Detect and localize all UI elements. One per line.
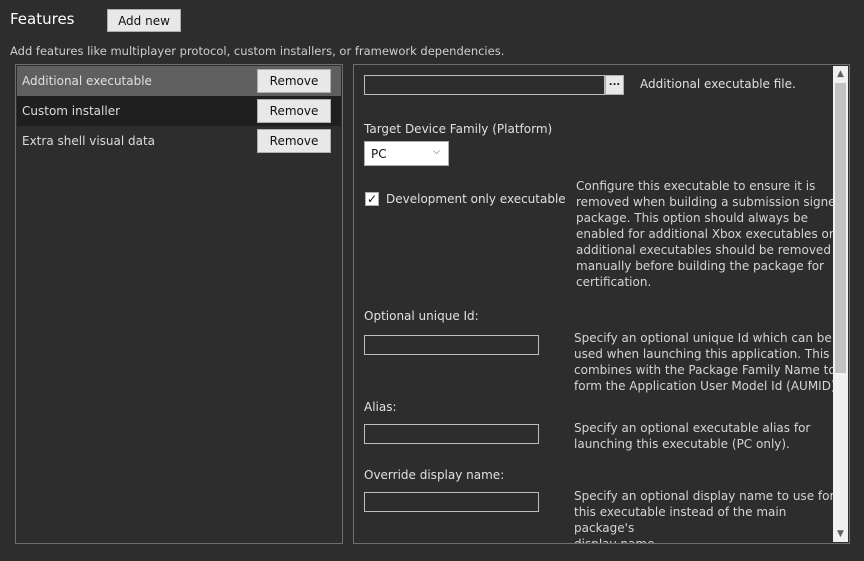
description-line: removed when building a submission signe… <box>576 195 844 209</box>
executable-path-input[interactable] <box>364 75 605 95</box>
scroll-down-arrow-icon[interactable]: ▼ <box>833 526 848 542</box>
browse-button[interactable]: ... <box>605 75 624 95</box>
chevron-down-icon: ⌵ <box>433 147 440 157</box>
development-only-description: Configure this executable to ensure it i… <box>576 178 843 290</box>
description-line: display name. <box>574 537 659 544</box>
description-line: Specify an optional display name to use … <box>574 489 835 503</box>
page-subtitle: Add features like multiplayer protocol, … <box>10 44 505 58</box>
feature-item-label: Additional executable <box>22 74 152 88</box>
remove-extra-shell-visual-data-button[interactable]: Remove <box>257 129 331 153</box>
description-line: used when launching this application. Th… <box>574 347 845 361</box>
checkmark-icon: ✓ <box>366 192 378 206</box>
development-only-checkbox[interactable]: ✓ <box>365 192 379 206</box>
executable-description: Additional executable file. <box>640 77 796 91</box>
description-line: combines with the Package Family Name to <box>574 363 836 377</box>
description-line: form the Application User Model Id (AUMI… <box>574 379 840 393</box>
remove-custom-installer-button[interactable]: Remove <box>257 99 331 123</box>
description-line: enabled for additional Xbox executables … <box>576 227 834 241</box>
add-new-button[interactable]: Add new <box>107 9 181 32</box>
alias-input[interactable] <box>364 424 539 444</box>
description-line: manually before building the package for <box>576 259 824 273</box>
description-line: Configure this executable to ensure it i… <box>576 179 816 193</box>
display-name-label: Override display name: <box>364 468 505 482</box>
page-title: Features <box>10 10 75 28</box>
description-line: Specify an optional executable alias for <box>574 421 811 435</box>
unique-id-label: Optional unique Id: <box>364 309 479 323</box>
description-line: certification. <box>576 275 652 289</box>
feature-item-custom-installer[interactable]: Custom installer Remove <box>17 96 341 126</box>
display-name-input[interactable] <box>364 492 539 512</box>
feature-list: Additional executable Remove Custom inst… <box>15 64 343 544</box>
scrollbar-thumb[interactable] <box>835 83 846 373</box>
unique-id-input[interactable] <box>364 335 539 355</box>
feature-item-label: Extra shell visual data <box>22 134 156 148</box>
platform-select[interactable]: PC ⌵ <box>364 141 449 166</box>
feature-details-panel: ... Additional executable file. Target D… <box>353 64 850 544</box>
display-name-description: Specify an optional display name to use … <box>574 488 849 544</box>
description-line: Specify an optional unique Id which can … <box>574 331 832 345</box>
description-line: this executable instead of the main pack… <box>574 505 787 535</box>
description-line: package. This option should always be <box>576 211 808 225</box>
platform-label: Target Device Family (Platform) <box>364 122 553 136</box>
feature-item-additional-executable[interactable]: Additional executable Remove <box>17 66 341 96</box>
vertical-scrollbar[interactable]: ▲ ▼ <box>833 66 848 542</box>
platform-select-value: PC <box>371 147 387 161</box>
unique-id-description: Specify an optional unique Id which can … <box>574 330 844 394</box>
alias-description: Specify an optional executable alias for… <box>574 420 810 452</box>
feature-item-label: Custom installer <box>22 104 121 118</box>
remove-additional-executable-button[interactable]: Remove <box>257 69 331 93</box>
description-line: additional executables should be removed <box>576 243 831 257</box>
feature-item-extra-shell-visual-data[interactable]: Extra shell visual data Remove <box>17 126 341 156</box>
scroll-up-arrow-icon[interactable]: ▲ <box>833 66 848 82</box>
development-only-label[interactable]: Development only executable <box>386 192 566 206</box>
description-line: launching this executable (PC only). <box>574 437 790 451</box>
alias-label: Alias: <box>364 400 397 414</box>
